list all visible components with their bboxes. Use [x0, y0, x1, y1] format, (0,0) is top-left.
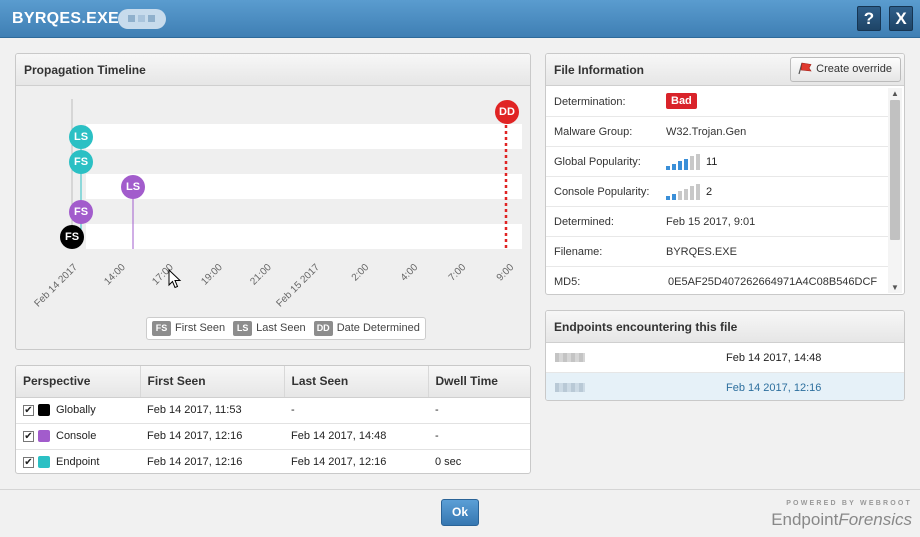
dwell-time-cell: 0 sec	[428, 449, 530, 473]
title-bar: BYRQES.EXE ? X	[0, 0, 920, 38]
malware-group-row: Malware Group: W32.Trojan.Gen	[546, 117, 888, 147]
popularity-bar	[672, 163, 676, 170]
first-seen-cell: Feb 14 2017, 12:16	[140, 423, 284, 450]
checkbox-console[interactable]: ✔	[23, 430, 34, 442]
last-seen-cell: Feb 14 2017, 12:16	[284, 449, 428, 473]
x-tick: 19:00	[199, 262, 225, 288]
window-title: BYRQES.EXE	[12, 10, 120, 27]
md5-row: MD5: 0E5AF25D407262664971A4C08B546DCF	[554, 276, 878, 288]
console-popularity-row: Console Popularity: 2	[546, 177, 888, 207]
file-info-scrollbar[interactable]: ▲ ▼	[888, 88, 902, 293]
checkbox-globally[interactable]: ✔	[23, 404, 34, 416]
x-tick: 21:00	[248, 262, 274, 288]
legend-item-first-seen: FS First Seen	[152, 321, 225, 336]
dwell-time-cell: -	[428, 423, 530, 450]
timeline-legend: FS First Seen LS Last Seen DD Date Determined	[146, 317, 426, 340]
popularity-bar	[672, 193, 676, 200]
file-info-list: Determination: Bad Malware Group: W32.Tr…	[546, 87, 888, 294]
scroll-up-icon[interactable]: ▲	[891, 89, 899, 98]
popularity-bar	[666, 166, 670, 170]
perspective-cell: ✔ Endpoint	[16, 449, 140, 473]
scrollbar-thumb[interactable]	[890, 100, 900, 240]
redacted-endpoint-name	[555, 383, 585, 392]
flag-icon	[798, 62, 812, 75]
filename-row: Filename: BYRQES.EXE	[546, 237, 888, 267]
marker-endpoint-last-seen[interactable]: LS	[69, 125, 93, 149]
ok-button[interactable]: Ok	[441, 499, 479, 526]
timeline-lines	[71, 99, 508, 249]
redacted-badge	[118, 9, 166, 29]
timeline-title: Propagation Timeline	[16, 54, 530, 86]
popularity-bar	[690, 186, 694, 200]
create-override-button[interactable]: Create override	[790, 57, 901, 82]
determined-row: Determined: Feb 15 2017, 9:01	[546, 207, 888, 237]
x-tick: 4:00	[398, 262, 420, 284]
marker-date-determined[interactable]: DD	[495, 100, 519, 124]
table-row: ✔ Endpoint Feb 14 2017, 12:16 Feb 14 2017…	[16, 449, 530, 473]
close-button[interactable]: X	[889, 6, 913, 31]
popularity-bar	[678, 161, 682, 170]
dwell-time-cell: -	[428, 397, 530, 424]
mouse-cursor-icon	[168, 269, 182, 289]
table-row: ✔ Console Feb 14 2017, 12:16 Feb 14 2017,…	[16, 423, 530, 450]
popularity-bar	[678, 191, 682, 200]
checkbox-endpoint[interactable]: ✔	[23, 456, 34, 468]
x-tick: 2:00	[349, 262, 371, 284]
popularity-bar	[684, 158, 688, 170]
dialog-footer: Ok POWERED BY WEBROOT EndpointForensics	[0, 489, 920, 537]
popularity-bar	[666, 196, 670, 200]
table-row: ✔ Globally Feb 14 2017, 11:53 - -	[16, 397, 530, 424]
list-item[interactable]: Feb 14 2017, 14:48	[546, 343, 904, 373]
brand-powered-by: POWERED BY WEBROOT	[786, 500, 912, 507]
list-item-selected[interactable]: Feb 14 2017, 12:16	[546, 373, 904, 400]
popularity-bar	[696, 184, 700, 200]
file-information-panel: File Information Create override Determi…	[545, 53, 905, 295]
marker-console-last-seen[interactable]: LS	[121, 175, 145, 199]
color-swatch	[38, 430, 50, 443]
file-information-title: File Information	[554, 63, 644, 77]
file-information-header: File Information Create override	[546, 54, 904, 86]
console-popularity-bars-icon	[666, 184, 702, 200]
x-tick: Feb 14 2017	[32, 262, 80, 310]
color-swatch	[38, 404, 50, 417]
col-dwell-time: Dwell Time	[427, 366, 530, 398]
legend-item-last-seen: LS Last Seen	[233, 321, 306, 336]
first-seen-cell: Feb 14 2017, 11:53	[140, 397, 284, 424]
propagation-timeline-panel: Propagation Timeline DD LS FS LS FS FS F…	[15, 53, 531, 350]
redacted-endpoint-name	[555, 353, 585, 362]
perspective-cell: ✔ Console	[16, 423, 140, 450]
perspective-panel: Perspective First Seen Last Seen Dwell T…	[15, 365, 531, 474]
x-tick: 9:00	[494, 262, 516, 284]
table-header-row: Perspective First Seen Last Seen Dwell T…	[16, 366, 530, 398]
marker-global-first-seen[interactable]: FS	[60, 225, 84, 249]
col-last-seen: Last Seen	[283, 366, 428, 398]
brand-logo: EndpointForensics	[771, 510, 912, 529]
popularity-bar	[684, 188, 688, 200]
scroll-down-icon[interactable]: ▼	[891, 283, 899, 292]
color-swatch	[38, 456, 50, 469]
perspective-table: Perspective First Seen Last Seen Dwell T…	[16, 366, 530, 473]
last-seen-cell: Feb 14 2017, 14:48	[284, 423, 428, 450]
legend-item-date-determined: DD Date Determined	[313, 321, 420, 336]
endpoints-title: Endpoints encountering this file	[546, 311, 904, 343]
timeline-chart: DD LS FS LS FS FS Feb 14 2017 14:00 17:0…	[16, 87, 530, 349]
global-popularity-row: Global Popularity: 11	[546, 147, 888, 177]
col-first-seen: First Seen	[139, 366, 284, 398]
popularity-bar	[690, 156, 694, 170]
last-seen-cell: -	[284, 397, 428, 424]
marker-endpoint-first-seen[interactable]: FS	[69, 150, 93, 174]
marker-console-first-seen[interactable]: FS	[69, 200, 93, 224]
x-tick: 14:00	[102, 262, 128, 288]
perspective-cell: ✔ Globally	[16, 397, 140, 424]
determination-row: Determination: Bad	[546, 87, 888, 117]
determination-badge: Bad	[666, 93, 697, 109]
popularity-bar	[696, 154, 700, 170]
global-popularity-bars-icon	[666, 154, 702, 170]
first-seen-cell: Feb 14 2017, 12:16	[140, 449, 284, 473]
col-perspective: Perspective	[16, 366, 140, 398]
x-tick: Feb 15 2017	[274, 262, 322, 310]
x-tick: 7:00	[446, 262, 468, 284]
endpoints-panel: Endpoints encountering this file Feb 14 …	[545, 310, 905, 401]
help-button[interactable]: ?	[857, 6, 881, 31]
